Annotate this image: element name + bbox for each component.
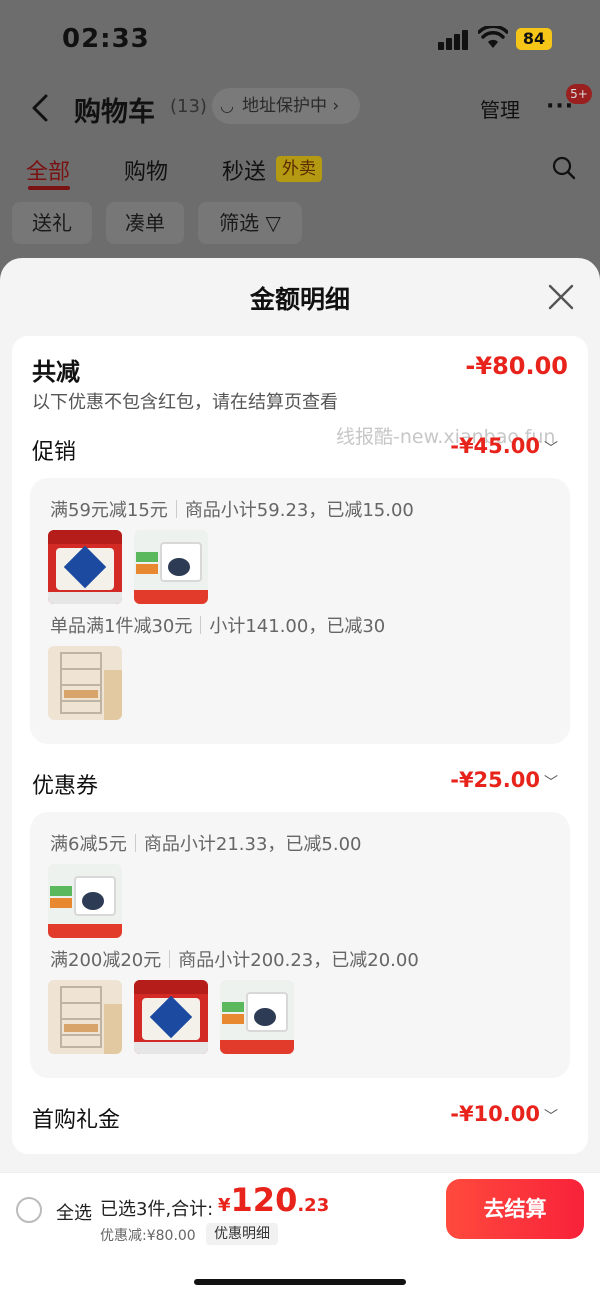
home-indicator bbox=[194, 1279, 406, 1285]
status-bar: 02:33 84 bbox=[0, 0, 600, 80]
sheet-title: 金额明细 bbox=[249, 285, 350, 314]
cart-header: 购物车 (13) ◡ 地址保护中 › 管理 ··· 5+ bbox=[0, 80, 600, 136]
back-icon[interactable] bbox=[30, 94, 50, 122]
checkout-button[interactable]: 去结算 bbox=[446, 1179, 584, 1239]
cart-page-background: 02:33 84 购物车 (13) ◡ 地址保护中 › 管理 ··· 5+ 全部… bbox=[0, 0, 600, 280]
cart-count: (13) bbox=[170, 96, 207, 117]
filter-chips: 送礼 凑单 筛选 ▽ bbox=[0, 200, 600, 244]
tab-all[interactable]: 全部 bbox=[26, 154, 70, 186]
discount-summary: 优惠减:¥80.00 bbox=[100, 1228, 196, 1244]
takeout-badge: 外卖 bbox=[276, 156, 322, 182]
product-thumb-milk[interactable] bbox=[48, 530, 122, 604]
status-time: 02:33 bbox=[62, 24, 150, 54]
smile-icon: ◡ bbox=[220, 96, 234, 115]
cart-tabs: 全部 购物 秒送 外卖 bbox=[0, 150, 600, 190]
filter-gift[interactable]: 送礼 bbox=[12, 202, 92, 244]
promotion-detail-box: 满59元减15元 商品小计59.23，已减15.00 单品满1件减30元 小计141… bbox=[30, 478, 570, 744]
discount-detail-button[interactable]: 优惠明细 bbox=[206, 1223, 278, 1245]
product-thumb-yogurt[interactable] bbox=[134, 530, 208, 604]
total-discount-label: 共减 bbox=[32, 358, 80, 386]
message-badge: 5+ bbox=[566, 84, 592, 104]
total-price-integer: 120 bbox=[230, 1181, 298, 1219]
battery-indicator: 84 bbox=[516, 28, 552, 50]
sheet-header: 金额明细 bbox=[0, 258, 600, 336]
filter-combine-order[interactable]: 凑单 bbox=[106, 202, 184, 244]
product-thumb-shelf[interactable] bbox=[48, 980, 122, 1054]
chevron-down-icon: ﹀ bbox=[544, 441, 558, 457]
selected-count-label: 已选3件,合计: bbox=[100, 1199, 214, 1220]
signal-icon bbox=[438, 30, 470, 50]
checkout-bar: 全选 已选3件,合计: ¥120.23 优惠减:¥80.00 优惠明细 去结算 bbox=[0, 1172, 600, 1298]
page-title: 购物车 bbox=[74, 97, 155, 128]
total-price: ¥120.23 bbox=[218, 1181, 329, 1219]
discount-note: 以下优惠不包含红包，请在结算页查看 bbox=[32, 392, 338, 413]
coupon-detail-box: 满6减5元 商品小计21.33，已减5.00 满200减20元 商品小计200.23… bbox=[30, 812, 570, 1078]
product-thumb-milk[interactable] bbox=[134, 980, 208, 1054]
product-thumb-yogurt[interactable] bbox=[48, 864, 122, 938]
section-first-purchase-amount[interactable]: -¥10.00 ﹀ bbox=[450, 1102, 558, 1126]
currency-symbol: ¥ bbox=[218, 1195, 231, 1216]
address-chip-label: 地址保护中 › bbox=[242, 96, 340, 116]
amount-detail-card: 共减 -¥80.00 以下优惠不包含红包，请在结算页查看 线报酷-new.xia… bbox=[12, 336, 588, 1154]
section-coupon-amount[interactable]: -¥25.00 ﹀ bbox=[450, 768, 558, 792]
close-icon[interactable] bbox=[548, 284, 574, 310]
section-promotion-label: 促销 bbox=[32, 440, 77, 465]
select-all-label[interactable]: 全选 bbox=[56, 1199, 92, 1225]
wifi-icon bbox=[478, 26, 508, 48]
search-icon[interactable] bbox=[552, 156, 576, 180]
tab-underline bbox=[28, 186, 70, 190]
total-discount-amount: -¥80.00 bbox=[465, 352, 568, 380]
promotion-rule-2: 单品满1件减30元 小计141.00，已减30 bbox=[50, 616, 386, 637]
amount-detail-sheet: 金额明细 共减 -¥80.00 以下优惠不包含红包，请在结算页查看 线报酷-ne… bbox=[0, 258, 600, 1173]
filter-button[interactable]: 筛选 ▽ bbox=[198, 202, 302, 244]
tab-shopping[interactable]: 购物 bbox=[124, 154, 168, 186]
promotion-rule-1: 满59元减15元 商品小计59.23，已减15.00 bbox=[50, 500, 414, 521]
section-first-purchase-label: 首购礼金 bbox=[32, 1108, 121, 1133]
section-coupon-label: 优惠券 bbox=[32, 774, 99, 799]
chevron-down-icon: ﹀ bbox=[544, 1109, 558, 1125]
address-protection-chip[interactable]: ◡ 地址保护中 › bbox=[212, 88, 360, 124]
product-thumb-yogurt[interactable] bbox=[220, 980, 294, 1054]
coupon-rule-1: 满6减5元 商品小计21.33，已减5.00 bbox=[50, 834, 362, 855]
tab-instant-delivery[interactable]: 秒送 bbox=[222, 154, 266, 186]
manage-button[interactable]: 管理 bbox=[480, 94, 520, 123]
chevron-down-icon: ﹀ bbox=[544, 775, 558, 791]
coupon-rule-2: 满200减20元 商品小计200.23，已减20.00 bbox=[50, 950, 419, 971]
product-thumb-shelf[interactable] bbox=[48, 646, 122, 720]
section-promotion-amount[interactable]: -¥45.00 ﹀ bbox=[450, 434, 558, 458]
total-price-decimal: .23 bbox=[297, 1195, 330, 1216]
select-all-checkbox[interactable] bbox=[16, 1197, 42, 1223]
